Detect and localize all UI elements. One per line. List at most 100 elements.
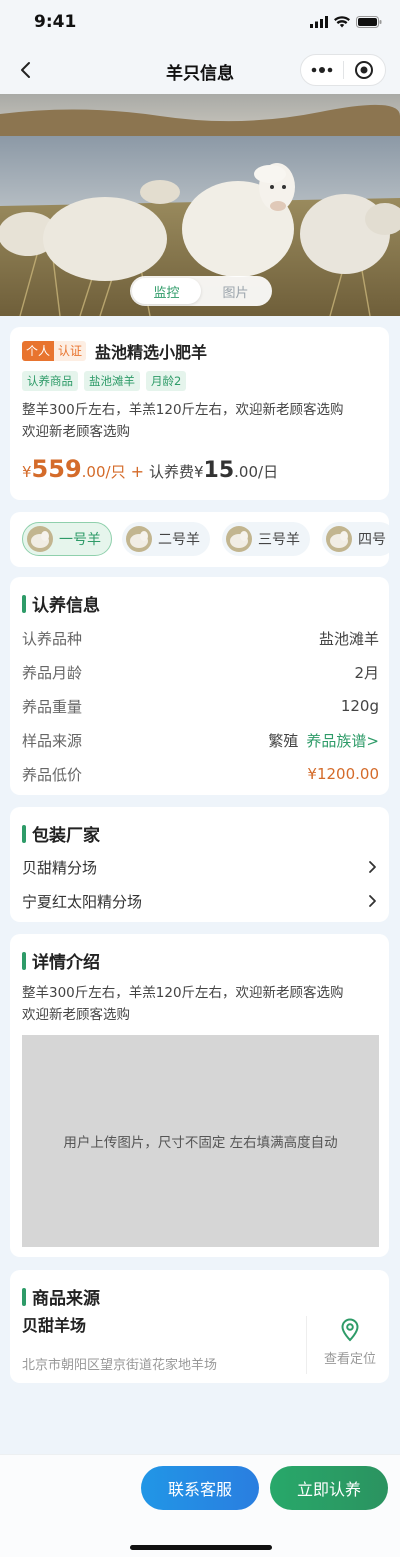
info-value: ¥1200.00 [307, 765, 379, 783]
farm-address: 北京市朝阳区望京街道花家地羊场 [22, 1358, 218, 1373]
info-value-text: 繁殖 [268, 731, 299, 750]
info-row-weight: 养品重量 120g [22, 695, 379, 717]
product-description: 整羊300斤左右，羊羔120斤左右，欢迎新老顾客选购 欢迎新老顾客选购 [22, 399, 377, 443]
divider [306, 1316, 307, 1374]
details-description: 整羊300斤左右，羊羔120斤左右，欢迎新老顾客选购 欢迎新老顾客选购 [22, 982, 377, 1026]
section-accent-bar [22, 594, 26, 613]
product-tag: 月龄2 [146, 371, 187, 391]
info-value: 2月 [354, 663, 379, 682]
details-card: 详情介绍 整羊300斤左右，羊羔120斤左右，欢迎新老顾客选购 欢迎新老顾客选购… [10, 934, 389, 1257]
info-value: 120g [340, 697, 379, 715]
price-unit: .00/只 [81, 463, 126, 481]
more-button[interactable] [301, 55, 343, 85]
sheep-avatar [326, 526, 352, 552]
home-indicator [130, 1545, 272, 1550]
close-miniprogram-button[interactable] [344, 55, 386, 85]
section-title-text: 详情介绍 [32, 953, 100, 973]
info-key: 养品低价 [22, 765, 83, 784]
target-close-icon [355, 61, 374, 79]
certified-badge: 认证 [54, 341, 87, 361]
navigation-bar: 羊只信息 [0, 46, 400, 94]
section-title-text: 认养信息 [32, 596, 100, 616]
packager-item[interactable]: 贝甜精分场 [22, 856, 379, 878]
fee-label: 认养费¥ [148, 463, 204, 481]
product-tag: 认养商品 [22, 371, 78, 391]
more-dots-icon [311, 67, 333, 73]
adopt-now-button[interactable]: 立即认养 [270, 1466, 388, 1510]
section-title-text: 商品来源 [32, 1289, 100, 1309]
sheep-option-4[interactable]: 四号 [322, 522, 389, 556]
price-row: ¥ 559 .00/只 + 认养费¥ 15 .00/日 [22, 455, 278, 483]
info-row-source: 样品来源 繁殖 养品族谱> [22, 729, 379, 751]
section-title: 商品来源 [22, 1284, 100, 1309]
locate-label: 查看定位 [323, 1352, 376, 1367]
bottom-action-bar: 联系客服 立即认养 [0, 1454, 400, 1557]
packager-name: 宁夏红太阳精分场 [22, 892, 143, 911]
adoption-info-card: 认养信息 认养品种 盐池滩羊 养品月龄 2月 养品重量 120g 样品来源 繁殖 养品族谱… [10, 577, 389, 795]
section-accent-bar [22, 824, 26, 843]
sheep-avatar [126, 526, 152, 552]
info-value: 繁殖 养品族谱> [268, 730, 379, 751]
section-accent-bar [22, 1287, 26, 1306]
section-title: 详情介绍 [22, 948, 100, 973]
fee-integer: 15 [203, 458, 235, 483]
info-row-age: 养品月龄 2月 [22, 661, 379, 683]
description-line: 欢迎新老顾客选购 [22, 424, 130, 440]
price-plus: + [130, 462, 144, 481]
packager-name: 贝甜精分场 [22, 858, 98, 877]
product-tag: 盐池滩羊 [84, 371, 140, 391]
product-name: 盐池精选小肥羊 [95, 343, 208, 362]
fee-unit: .00/日 [234, 463, 279, 481]
sheep-option-3[interactable]: 三号羊 [222, 522, 310, 556]
battery-icon [356, 16, 382, 28]
sheep-option-label: 四号 [358, 532, 386, 548]
section-title: 包装厂家 [22, 821, 100, 846]
sheep-option-label: 一号羊 [59, 532, 101, 548]
details-image-placeholder: 用户上传图片，尺寸不固定 左右填满高度自动 [22, 1035, 379, 1247]
packager-item[interactable]: 宁夏红太阳精分场 [22, 890, 379, 912]
mini-program-capsule [300, 54, 386, 86]
packaging-card: 包装厂家 贝甜精分场 宁夏红太阳精分场 [10, 807, 389, 922]
sheep-option-2[interactable]: 二号羊 [122, 522, 210, 556]
info-key: 样品来源 [22, 731, 83, 750]
locate-button[interactable]: 查看定位 [316, 1318, 384, 1367]
sheep-option-1[interactable]: 一号羊 [22, 522, 112, 556]
contact-service-button[interactable]: 联系客服 [141, 1466, 259, 1510]
sheep-selector[interactable]: 一号羊 二号羊 三号羊 四号 [10, 512, 389, 567]
pedigree-link[interactable]: 养品族谱> [306, 732, 379, 750]
section-title-text: 包装厂家 [32, 826, 100, 846]
individual-badge: 个人 [22, 341, 55, 361]
info-value: 盐池滩羊 [318, 629, 379, 648]
product-tags: 认养商品 盐池滩羊 月龄2 [22, 371, 187, 391]
chevron-right-icon [369, 861, 376, 873]
farm-name: 贝甜羊场 [22, 1316, 87, 1335]
source-card: 商品来源 贝甜羊场 北京市朝阳区望京街道花家地羊场 查看定位 [10, 1270, 389, 1383]
info-key: 认养品种 [22, 629, 83, 648]
media-toggle: 监控 图片 [130, 276, 272, 306]
sheep-option-label: 三号羊 [258, 532, 300, 548]
tab-pictures[interactable]: 图片 [201, 278, 270, 304]
section-title: 认养信息 [22, 591, 100, 616]
location-pin-icon [341, 1318, 359, 1342]
description-line: 整羊300斤左右，羊羔120斤左右，欢迎新老顾客选购 [22, 402, 344, 418]
product-card: 个人 认证 盐池精选小肥羊 认养商品 盐池滩羊 月龄2 整羊300斤左右，羊羔1… [10, 327, 389, 500]
info-key: 养品月龄 [22, 663, 83, 682]
sheep-avatar [27, 526, 53, 552]
info-row-price: 养品低价 ¥1200.00 [22, 763, 379, 785]
status-bar: 9:41 [0, 0, 400, 46]
status-icons [310, 16, 382, 28]
description-line: 欢迎新老顾客选购 [22, 1007, 130, 1023]
section-accent-bar [22, 951, 26, 970]
info-key: 养品重量 [22, 697, 83, 716]
tab-monitor[interactable]: 监控 [132, 278, 201, 304]
description-line: 整羊300斤左右，羊羔120斤左右，欢迎新老顾客选购 [22, 985, 344, 1001]
product-name-row: 个人 认证 盐池精选小肥羊 [22, 339, 207, 363]
chevron-right-icon [369, 895, 376, 907]
sheep-avatar [226, 526, 252, 552]
wifi-icon [334, 16, 350, 28]
info-row-breed: 认养品种 盐池滩羊 [22, 627, 379, 649]
cellular-signal-icon [310, 16, 328, 28]
status-time: 9:41 [34, 12, 77, 32]
sheep-option-label: 二号羊 [158, 532, 200, 548]
price-integer: 559 [31, 455, 82, 483]
